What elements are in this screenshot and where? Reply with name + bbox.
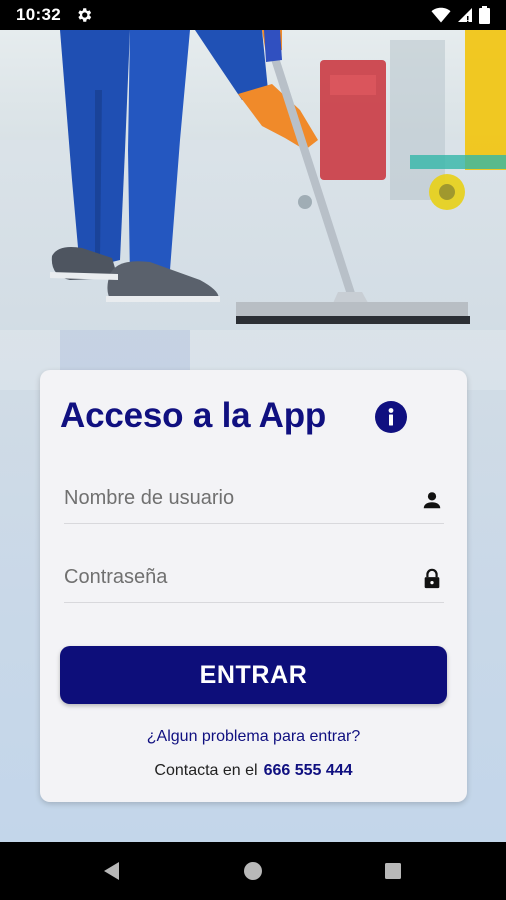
- gear-icon: [75, 6, 93, 24]
- app-screen: 10:32 Acceso a la App Nombre de usuario …: [0, 0, 506, 900]
- lock-icon: [420, 567, 444, 591]
- contact-phone-link[interactable]: 666 555 444: [264, 762, 353, 779]
- battery-icon: [479, 6, 490, 24]
- login-problem-link[interactable]: ¿Algun problema para entrar?: [40, 728, 467, 746]
- password-field[interactable]: [64, 553, 444, 603]
- contact-line: Contacta en el 666 555 444: [40, 762, 467, 780]
- person-icon: [420, 488, 444, 512]
- login-card: Acceso a la App Nombre de usuario ENTRAR…: [40, 370, 467, 802]
- contact-text: Contacta en el: [154, 762, 258, 779]
- page-title: Acceso a la App: [60, 396, 327, 435]
- status-time: 10:32: [16, 5, 61, 24]
- username-input[interactable]: [64, 474, 394, 522]
- home-icon[interactable]: [223, 842, 283, 900]
- back-icon[interactable]: [82, 842, 142, 900]
- password-input[interactable]: [64, 553, 394, 601]
- enter-button[interactable]: ENTRAR: [60, 646, 447, 704]
- navigation-bar: [0, 842, 506, 900]
- info-icon[interactable]: [375, 401, 407, 433]
- recents-icon[interactable]: [363, 842, 423, 900]
- status-icons: [431, 6, 490, 24]
- status-bar: 10:32: [0, 0, 506, 30]
- signal-icon: [457, 7, 473, 23]
- username-field[interactable]: [64, 474, 444, 524]
- wifi-icon: [431, 7, 451, 23]
